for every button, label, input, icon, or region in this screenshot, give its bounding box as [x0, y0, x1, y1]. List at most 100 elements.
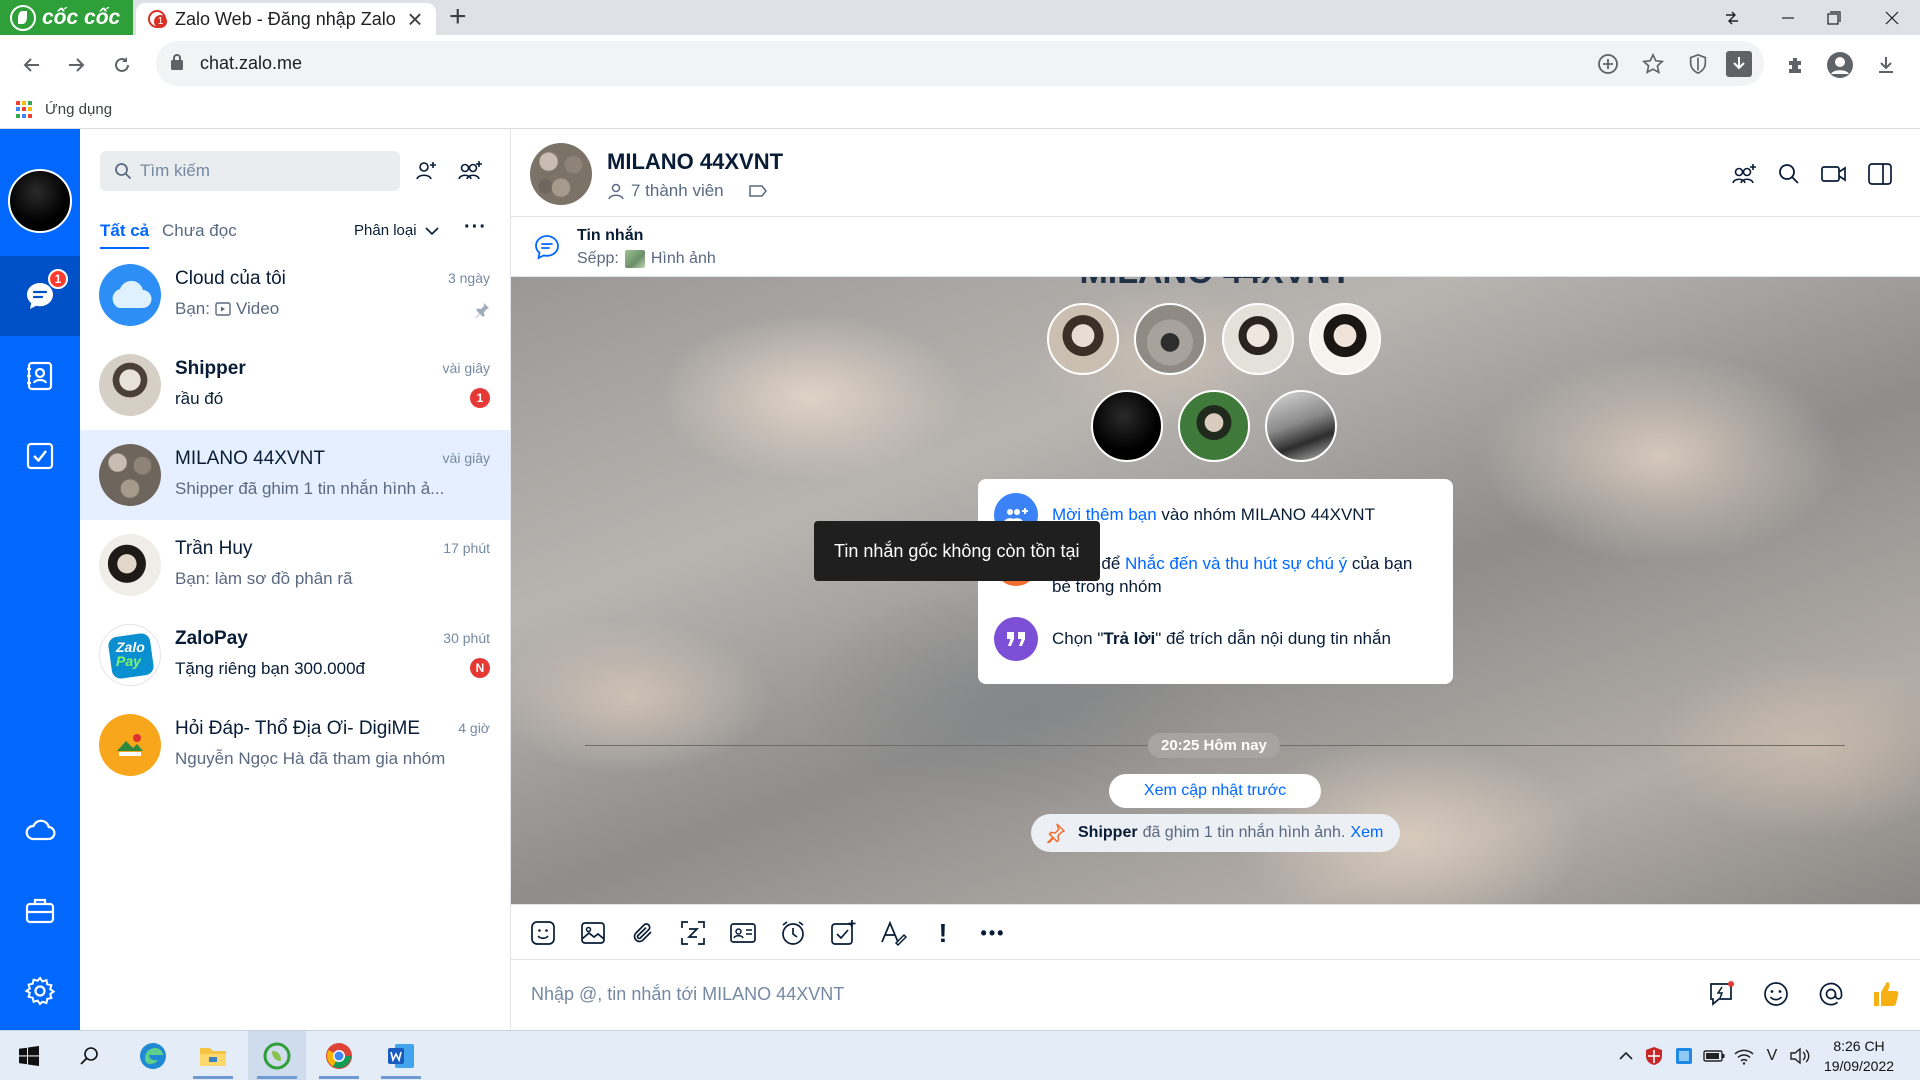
nav-messages-button[interactable]: 1	[0, 256, 80, 336]
chat-header: MILANO 44XVNT 7 thành viên	[511, 129, 1920, 217]
mention-icon[interactable]	[1813, 976, 1849, 1012]
important-mark-icon[interactable]: !	[927, 917, 959, 949]
tab-close-icon[interactable]: ×	[404, 6, 426, 32]
network-app-icon[interactable]	[1672, 1044, 1696, 1068]
search-messages-icon[interactable]	[1772, 157, 1806, 191]
create-group-icon[interactable]	[454, 155, 486, 187]
search-input[interactable]	[140, 151, 390, 191]
conversation-item[interactable]: Shipper vài giây rầu đó 1	[80, 340, 510, 430]
group-members-link[interactable]: 7 thành viên	[607, 181, 768, 201]
conversation-item[interactable]: Zalo Pay ZaloPay 30 phút Tặng riêng bạn 3…	[80, 610, 510, 700]
conversation-item[interactable]: MILANO 44XVNT vài giây Shipper đã ghim 1…	[80, 430, 510, 520]
image-icon[interactable]	[577, 917, 609, 949]
group-name[interactable]: MILANO 44XVNT	[607, 149, 783, 175]
assign-task-icon[interactable]	[827, 917, 859, 949]
member-avatar[interactable]	[1134, 303, 1206, 375]
nav-todo-button[interactable]	[0, 416, 80, 496]
time-divider-label: 20:25 Hôm nay	[1148, 733, 1280, 758]
conversation-item[interactable]: Cloud của tôi 3 ngày Bạn: Video	[80, 250, 510, 340]
more-tools-icon[interactable]: •••	[977, 917, 1009, 949]
add-friend-icon[interactable]	[410, 155, 442, 187]
message-input[interactable]	[531, 976, 1631, 1012]
window-close-button[interactable]	[1864, 0, 1920, 35]
tab-unread[interactable]: Chưa đọc	[162, 221, 237, 247]
system-clock[interactable]: 8:26 CH 19/09/2022	[1816, 1036, 1902, 1076]
lock-icon	[171, 54, 183, 70]
wifi-icon[interactable]	[1732, 1044, 1756, 1068]
taskbar-edge[interactable]	[124, 1031, 182, 1080]
member-avatar[interactable]	[1222, 303, 1294, 375]
tag-icon[interactable]	[748, 183, 768, 199]
reminder-clock-icon[interactable]	[777, 917, 809, 949]
apps-bookmark-label[interactable]: Ứng dụng	[45, 101, 112, 118]
zalo-nav-rail: 1	[0, 129, 80, 1030]
quick-message-icon[interactable]	[1703, 976, 1739, 1012]
downloads-icon[interactable]	[1870, 49, 1902, 81]
taskbar-search-button[interactable]	[60, 1031, 118, 1080]
new-tab-button[interactable]: +	[449, 2, 467, 32]
windows-start-button[interactable]	[0, 1031, 58, 1080]
my-avatar[interactable]	[8, 169, 72, 233]
tab-all[interactable]: Tất cả	[100, 221, 150, 249]
sticker-icon[interactable]	[527, 917, 559, 949]
member-avatar[interactable]	[1091, 390, 1163, 462]
tray-overflow-icon[interactable]	[1614, 1044, 1638, 1068]
taskbar-word[interactable]	[372, 1031, 430, 1080]
chat-message-area[interactable]: MILANO 44XVNT Mời thêm bạn vào nhóm MILA…	[511, 277, 1920, 904]
member-avatar[interactable]	[1047, 303, 1119, 375]
attachment-icon[interactable]	[627, 917, 659, 949]
member-avatar[interactable]	[1309, 303, 1381, 375]
url-text[interactable]: chat.zalo.me	[200, 53, 302, 74]
mention-link[interactable]: Nhắc đến và thu hút sự chú ý	[1125, 554, 1347, 573]
chrome-icon	[326, 1043, 352, 1069]
taskbar-file-explorer[interactable]	[184, 1031, 242, 1080]
apps-grid-icon[interactable]	[16, 101, 33, 118]
browser-tab-active[interactable]: Zalo Web - Đăng nhập Zalo ×	[136, 3, 436, 35]
contact-card-icon[interactable]	[727, 917, 759, 949]
nav-contacts-button[interactable]	[0, 336, 80, 416]
pinned-text: đã ghim 1 tin nhắn hình ảnh.	[1142, 824, 1346, 841]
screenshot-icon[interactable]	[677, 917, 709, 949]
thumbs-up-icon[interactable]	[1868, 976, 1904, 1012]
list-more-icon[interactable]: ···	[464, 216, 487, 239]
nav-tools-button[interactable]	[0, 871, 80, 951]
coccoc-logo[interactable]: cốc cốc	[0, 0, 133, 35]
reload-icon[interactable]	[106, 49, 138, 81]
nav-settings-button[interactable]	[0, 951, 80, 1031]
member-avatar[interactable]	[1265, 390, 1337, 462]
load-earlier-button[interactable]: Xem cập nhật trước	[1109, 774, 1321, 808]
conversation-name: Shipper	[175, 358, 246, 379]
taskbar-coccoc[interactable]	[248, 1031, 306, 1080]
member-avatar[interactable]	[1178, 390, 1250, 462]
toggle-info-panel-icon[interactable]	[1863, 157, 1897, 191]
video-call-icon[interactable]	[1817, 157, 1851, 191]
classify-dropdown[interactable]: Phân loại	[354, 222, 439, 239]
conversation-item[interactable]: Trần Huy 17 phút Bạn: làm sơ đồ phân rã	[80, 520, 510, 610]
nav-cloud-button[interactable]	[0, 791, 80, 871]
group-avatar-small	[99, 444, 161, 506]
window-restore-tabs-icon[interactable]	[1704, 0, 1760, 35]
bookmark-star-icon[interactable]	[1638, 49, 1668, 79]
volume-icon[interactable]	[1788, 1044, 1812, 1068]
pinned-message-bar[interactable]: Tin nhắn Sếpp: Hình ảnh	[511, 217, 1920, 277]
add-member-icon[interactable]	[1727, 157, 1761, 191]
battery-icon[interactable]	[1702, 1044, 1726, 1068]
shield-icon[interactable]	[1683, 49, 1713, 79]
input-language-icon[interactable]: V	[1760, 1044, 1784, 1068]
window-maximize-button[interactable]	[1806, 0, 1862, 35]
taskbar-chrome[interactable]	[310, 1031, 368, 1080]
security-shield-icon[interactable]	[1642, 1044, 1666, 1068]
emoji-icon[interactable]	[1758, 976, 1794, 1012]
text-format-icon[interactable]	[877, 917, 909, 949]
view-pinned-link[interactable]: Xem	[1350, 824, 1383, 842]
group-avatar[interactable]	[530, 143, 592, 205]
back-icon[interactable]	[16, 49, 48, 81]
profile-icon[interactable]	[1824, 49, 1856, 81]
conversation-item[interactable]: Hỏi Đáp- Thổ Địa Ơi- DigiME 4 giờ Nguyễn…	[80, 700, 510, 790]
address-bar[interactable]: chat.zalo.me	[156, 41, 1764, 86]
add-circle-icon[interactable]	[1593, 49, 1623, 79]
extensions-puzzle-icon[interactable]	[1780, 49, 1812, 81]
search-box[interactable]	[100, 151, 400, 191]
download-page-icon[interactable]	[1726, 51, 1752, 77]
forward-icon[interactable]	[60, 49, 92, 81]
